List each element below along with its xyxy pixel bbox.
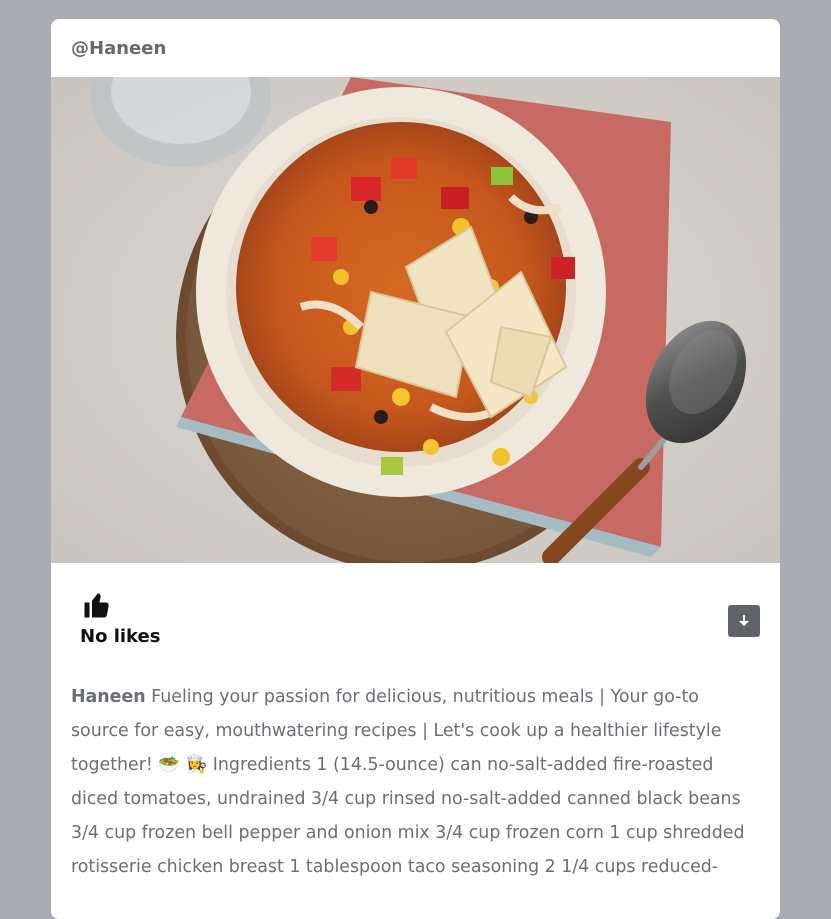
- like-button[interactable]: [82, 590, 112, 620]
- thumbs-up-icon: [84, 593, 109, 618]
- post-caption: Haneen Fueling your passion for deliciou…: [51, 663, 780, 884]
- soup-photo: [51, 77, 780, 563]
- post-actions: No likes: [51, 563, 780, 663]
- post-header: @Haneen: [51, 19, 780, 77]
- post-image: [51, 77, 780, 563]
- download-button[interactable]: [728, 605, 760, 637]
- caption-text: Fueling your passion for delicious, nutr…: [71, 687, 745, 877]
- post-username[interactable]: @Haneen: [71, 38, 166, 59]
- post-card: @Haneen No likes Haneen Fueling your pas…: [51, 19, 780, 919]
- caption-author[interactable]: Haneen: [71, 687, 146, 707]
- download-icon: [739, 615, 749, 626]
- likes-count: No likes: [80, 626, 161, 647]
